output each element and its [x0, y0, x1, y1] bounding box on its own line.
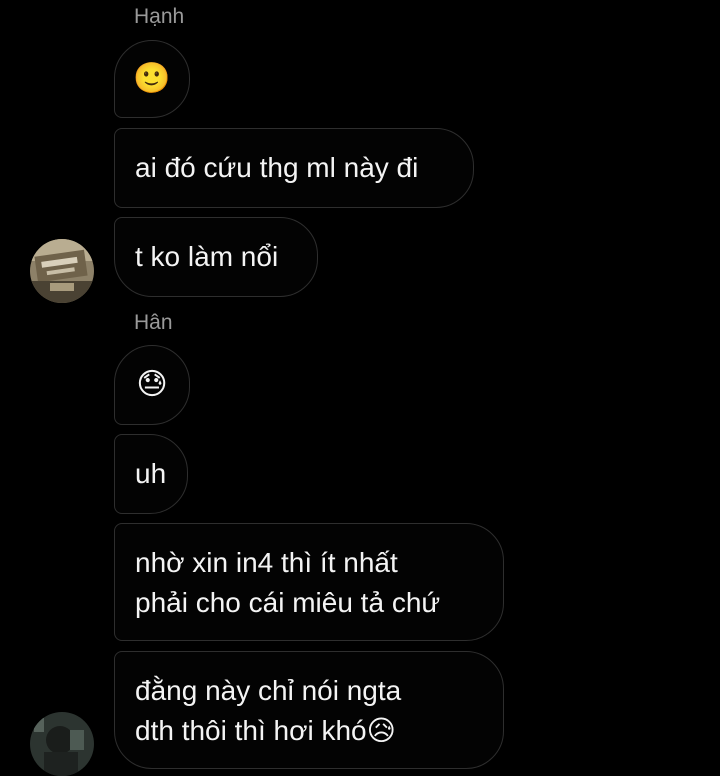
message-text: uh [135, 458, 167, 489]
message-bubble[interactable]: nhờ xin in4 thì ít nhất phải cho cái miê… [114, 523, 504, 641]
message-line: nhờ xin in4 thì ít nhất [135, 547, 398, 578]
sender-name-hanh: Hạnh [134, 5, 185, 28]
avatar[interactable] [30, 712, 94, 776]
message-line: phải cho cái miêu tả chứ [135, 587, 441, 618]
message-line: đằng này chỉ nói ngta [135, 675, 402, 706]
sender-name-han: Hân [134, 311, 173, 334]
message-text: t ko làm nổi [135, 241, 279, 272]
message-bubble[interactable]: 🙂 [114, 40, 190, 118]
message-bubble[interactable]: ai đó cứu thg ml này đi [114, 128, 474, 208]
message-text: 🙂 [133, 62, 171, 95]
message-bubble[interactable]: 😓 [114, 345, 190, 425]
message-bubble[interactable]: uh [114, 434, 188, 514]
avatar[interactable] [30, 239, 94, 303]
message-bubble[interactable]: đằng này chỉ nói ngta dth thôi thì hơi k… [114, 651, 504, 769]
sad-relieved-emoji: 😥 [366, 715, 396, 746]
message-line-text: dth thôi thì hơi khó [135, 715, 367, 746]
message-bubble[interactable]: t ko làm nổi [114, 217, 318, 297]
message-line: dth thôi thì hơi khó😥 [135, 711, 483, 751]
message-text: ai đó cứu thg ml này đi [135, 152, 419, 183]
message-text: 😓 [136, 368, 168, 401]
